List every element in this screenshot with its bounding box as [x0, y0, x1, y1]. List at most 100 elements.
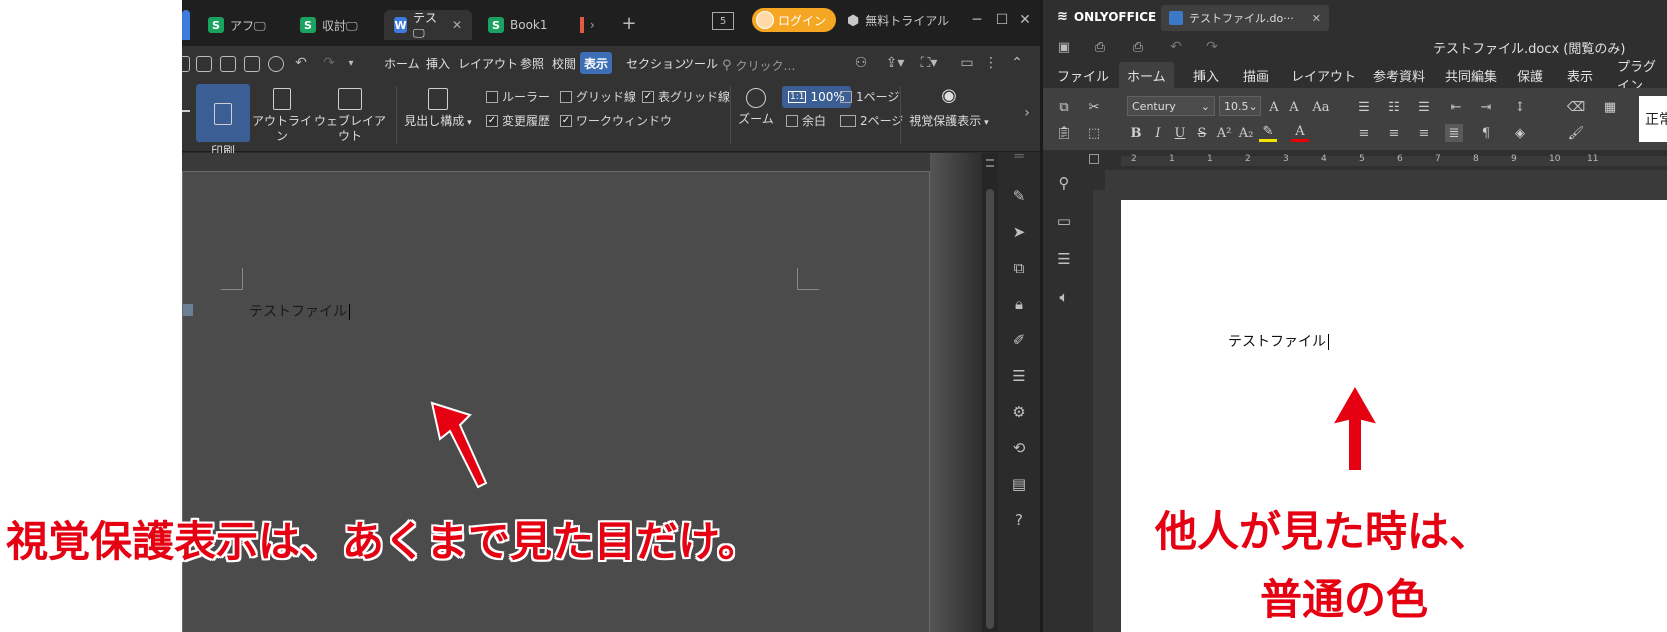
share-user-icon[interactable]: ⚇ [852, 54, 870, 72]
line-spacing-icon[interactable]: ↕ [1511, 98, 1529, 116]
menu-icon[interactable] [182, 56, 190, 72]
margin-button[interactable]: 余白 [786, 112, 826, 129]
bold-icon[interactable]: B [1127, 124, 1145, 142]
print-layout-button[interactable]: 印刷 レイアウト [196, 84, 250, 188]
navigation-icon[interactable]: ☰ [1055, 250, 1073, 268]
export-icon[interactable] [220, 56, 236, 72]
font-name-select[interactable]: Century ⌄ [1127, 96, 1215, 116]
align-right-icon[interactable]: ≡ [1415, 124, 1433, 142]
close-icon[interactable]: ✕ [1312, 12, 1321, 25]
history-icon[interactable]: ⟲ [1010, 439, 1028, 457]
eye-protection-button[interactable]: ◉ 視覚保護表示 ▾ [904, 84, 994, 131]
borders-icon[interactable]: ▦ [1601, 98, 1619, 116]
collapse-ribbon-icon[interactable]: ⌃ [1008, 54, 1026, 72]
tab-layout[interactable]: レイアウト [1283, 62, 1364, 88]
menu-home[interactable]: ホーム [380, 52, 424, 74]
free-trial-button[interactable]: ⬢ 無料トライアル [847, 12, 949, 29]
tab-count-badge[interactable]: 5 [712, 12, 734, 30]
more-icon[interactable]: ⋮ [984, 54, 998, 72]
tab-protection[interactable]: 保護 [1509, 62, 1551, 88]
undo-icon[interactable]: ↶ [1167, 38, 1185, 56]
save-icon[interactable]: ▣ [1055, 38, 1073, 56]
shading-icon[interactable]: ◈ [1511, 124, 1529, 142]
decrease-indent-icon[interactable]: ⇤ [1447, 98, 1465, 116]
copy-icon[interactable]: ⧉ [1055, 98, 1073, 116]
menu-layout[interactable]: レイアウト [454, 52, 522, 74]
edit-note-icon[interactable]: ✐ [1010, 331, 1028, 349]
justify-icon[interactable]: ≣ [1445, 124, 1463, 142]
tab-home[interactable]: ホーム [1119, 62, 1174, 88]
web-layout-button[interactable]: ウェブレイアウト [314, 84, 386, 144]
zoom-button[interactable]: ズーム [736, 84, 776, 127]
tab-file[interactable]: ファイル [1049, 62, 1117, 88]
increase-font-icon[interactable]: A [1265, 98, 1283, 116]
select-cursor-icon[interactable]: ➤ [1010, 223, 1028, 241]
wps-tab-4[interactable]: › [574, 10, 606, 40]
wps-tab-2[interactable]: W テス🖵 ✕ [384, 10, 472, 40]
onlyoffice-logo[interactable]: ≋ ONLYOFFICE [1057, 9, 1156, 24]
align-left-icon[interactable]: ≡ [1355, 124, 1373, 142]
search-input[interactable]: ⚲ クリック… [722, 55, 812, 75]
menu-review[interactable]: 校閲 [548, 52, 580, 74]
drag-handle-icon[interactable]: ═ [1010, 147, 1028, 165]
multilevel-list-icon[interactable]: ☰ [1415, 98, 1433, 116]
chevron-right-icon[interactable]: › [590, 18, 595, 32]
wps-tab-3[interactable]: S Book1 [478, 10, 558, 40]
font-size-select[interactable]: 10.5 ⌄ [1219, 96, 1261, 116]
one-page-button[interactable]: 1ページ [840, 88, 899, 105]
document-tools-icon[interactable]: ▤ [1010, 475, 1028, 493]
tab-plugins[interactable]: プラグイン [1609, 60, 1667, 94]
quick-print-icon[interactable]: ⎙ [1129, 38, 1147, 56]
settings-sliders-icon[interactable]: ⚙ [1010, 403, 1028, 421]
help-icon[interactable]: ? [1010, 511, 1028, 529]
print-icon[interactable] [244, 56, 260, 72]
horizontal-ruler[interactable]: 2 1 1 2 3 4 5 6 7 8 9 10 11 [1085, 150, 1667, 170]
cut-icon[interactable]: ✂ [1085, 98, 1103, 116]
comment-icon[interactable]: ▭ [1055, 212, 1073, 230]
select-all-icon[interactable]: ⬚ [1085, 124, 1103, 142]
table-grid-checkbox[interactable]: ✓ 表グリッド線 [642, 88, 730, 105]
increase-indent-icon[interactable]: ⇥ [1477, 98, 1495, 116]
underline-icon[interactable]: U [1171, 124, 1189, 142]
menu-tools[interactable]: ツール [678, 52, 722, 74]
font-color-icon[interactable]: A [1291, 124, 1309, 142]
track-changes-checkbox[interactable]: ✓ 変更履歴 [486, 112, 550, 129]
vertical-scrollbar[interactable] [982, 153, 998, 632]
tab-view[interactable]: 表示 [1559, 62, 1601, 88]
redo-icon[interactable]: ↷ [320, 54, 338, 72]
customize-quick-access-icon[interactable]: ▾ [342, 54, 360, 72]
onlyoffice-document-text[interactable]: テストファイル [1228, 331, 1329, 351]
menu-reference[interactable]: 参照 [516, 52, 548, 74]
chevron-right-icon[interactable]: › [1020, 104, 1034, 122]
copy-format-icon[interactable]: ⧉ [1010, 259, 1028, 277]
close-icon[interactable]: ✕ [452, 18, 462, 32]
highlight-icon[interactable]: ✎ [1259, 124, 1277, 142]
ruler-checkbox[interactable]: ルーラー [486, 88, 550, 105]
login-button[interactable]: ログイン [752, 8, 837, 32]
collaborate-icon[interactable]: ⛶▾ [916, 54, 942, 72]
numbering-icon[interactable]: ☷ [1385, 98, 1403, 116]
close-window-icon[interactable]: ✕ [1015, 10, 1035, 30]
search-icon[interactable]: ⚲ [1055, 174, 1073, 192]
grid-lines-checkbox[interactable]: グリッド線 [560, 88, 636, 105]
paragraph-mark-icon[interactable]: ¶ [1477, 124, 1495, 142]
bullets-icon[interactable]: ☰ [1355, 98, 1373, 116]
superscript-icon[interactable]: A² [1215, 124, 1233, 142]
wps-tab-1[interactable]: S 収討🖵 [290, 10, 368, 40]
outline-list-icon[interactable]: ☰ [1010, 367, 1028, 385]
change-case-icon[interactable]: Aa [1307, 98, 1335, 116]
minimize-icon[interactable]: ─ [967, 10, 987, 30]
outline-button[interactable]: アウトライン [252, 84, 312, 144]
undo-icon[interactable]: ↶ [292, 54, 310, 72]
comment-icon[interactable]: ▭ [958, 54, 976, 72]
paste-icon[interactable]: 📋︎ [1055, 124, 1073, 142]
menu-view[interactable]: 表示 [580, 52, 613, 74]
maximize-icon[interactable]: ☐ [992, 10, 1012, 30]
heading-structure-button[interactable]: 見出し構成 ▾ [402, 84, 474, 131]
preview-icon[interactable] [268, 56, 284, 72]
subscript-icon[interactable]: A₂ [1237, 124, 1255, 142]
tab-collaboration[interactable]: 共同編集 [1437, 62, 1505, 88]
italic-icon[interactable]: I [1149, 124, 1167, 142]
decrease-font-icon[interactable]: A [1285, 98, 1303, 116]
align-center-icon[interactable]: ≡ [1385, 124, 1403, 142]
